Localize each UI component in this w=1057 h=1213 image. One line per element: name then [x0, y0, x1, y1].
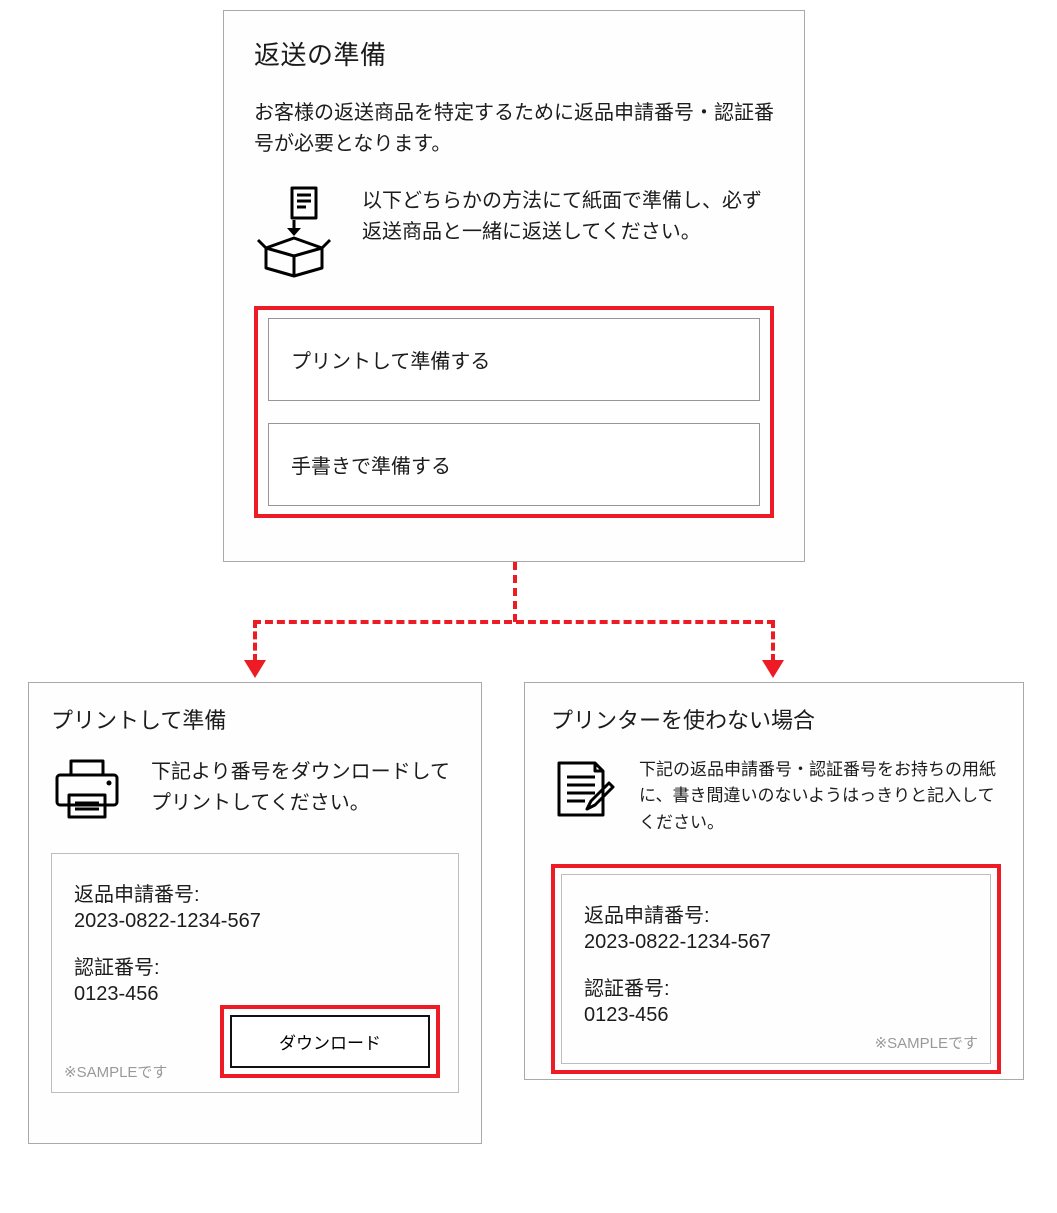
connector-line	[253, 620, 257, 662]
sample-note: ※SAMPLEです	[875, 1032, 978, 1053]
req-number-value: 2023-0822-1234-567	[584, 931, 968, 954]
download-button[interactable]: ダウンロード	[230, 1015, 430, 1068]
options-highlight: プリントして準備する 手書きで準備する	[254, 306, 774, 518]
printer-icon	[51, 757, 123, 821]
auth-number-label: 認証番号:	[74, 953, 436, 983]
arrow-down-icon	[244, 660, 266, 678]
print-row: 下記より番号をダウンロードしてプリントしてください。	[51, 757, 459, 821]
auth-number-label: 認証番号:	[584, 974, 968, 1004]
title-print: プリントして準備	[51, 703, 459, 735]
auth-number-value: 0123-456	[74, 983, 436, 1006]
connector-line	[771, 620, 775, 662]
card-print: プリントして準備 下記より番号をダウンロードしてプリントしてください。 返品申請…	[28, 682, 482, 1144]
write-row: 下記の返品申請番号・認証番号をお持ちの用紙に、書き間違いのないようはっきりと記入…	[551, 757, 1001, 836]
req-number-value: 2023-0822-1234-567	[74, 910, 436, 933]
box-with-paper-icon	[254, 186, 334, 278]
req-number-label: 返品申請番号:	[74, 880, 436, 910]
write-number-highlight: 返品申請番号: 2023-0822-1234-567 認証番号: 0123-45…	[551, 864, 1001, 1074]
instruction-row: 以下どちらかの方法にて紙面で準備し、必ず返送商品と一緒に返送してください。	[254, 186, 774, 278]
print-desc: 下記より番号をダウンロードしてプリントしてください。	[151, 757, 459, 819]
option-write-button[interactable]: 手書きで準備する	[268, 423, 760, 506]
instruction-text: 以下どちらかの方法にて紙面で準備し、必ず返送商品と一緒に返送してください。	[362, 186, 774, 248]
write-desc: 下記の返品申請番号・認証番号をお持ちの用紙に、書き間違いのないようはっきりと記入…	[639, 757, 1001, 836]
option-print-button[interactable]: プリントして準備する	[268, 318, 760, 401]
paper-pencil-icon	[551, 757, 617, 821]
sample-note: ※SAMPLEです	[64, 1061, 167, 1082]
auth-number-value: 0123-456	[584, 1004, 968, 1027]
card-no-printer: プリンターを使わない場合 下記の返品申請番号・認証番号をお持ちの用紙に、書き間違…	[524, 682, 1024, 1080]
download-highlight: ダウンロード	[220, 1005, 440, 1078]
desc-return-prep: お客様の返送商品を特定するために返品申請番号・認証番号が必要となります。	[254, 98, 774, 160]
card-return-prep: 返送の準備 お客様の返送商品を特定するために返品申請番号・認証番号が必要となりま…	[223, 10, 805, 562]
title-no-printer: プリンターを使わない場合	[551, 703, 1001, 735]
req-number-label: 返品申請番号:	[584, 901, 968, 931]
connector-line	[513, 562, 517, 622]
connector-line	[253, 620, 775, 624]
title-return-prep: 返送の準備	[254, 35, 774, 72]
arrow-down-icon	[762, 660, 784, 678]
write-number-frame: 返品申請番号: 2023-0822-1234-567 認証番号: 0123-45…	[561, 874, 991, 1064]
print-number-frame: 返品申請番号: 2023-0822-1234-567 認証番号: 0123-45…	[51, 853, 459, 1093]
